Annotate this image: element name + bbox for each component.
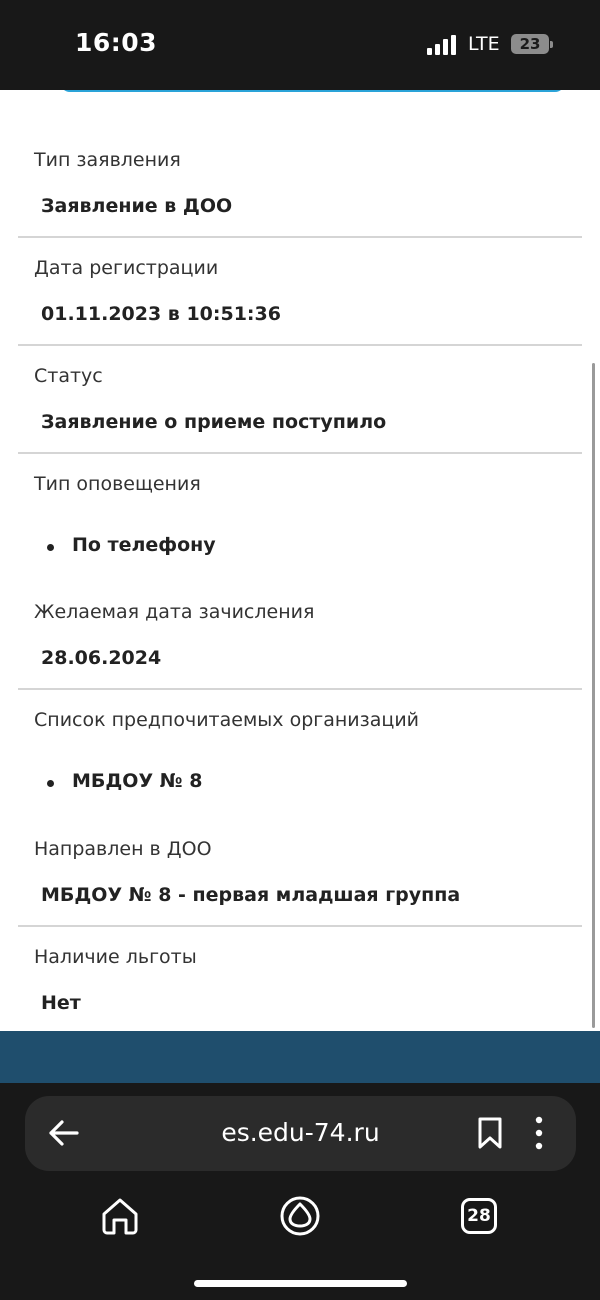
application-details: Тип заявления Заявление в ДОО Дата регис… bbox=[0, 90, 600, 1031]
home-indicator[interactable] bbox=[194, 1280, 407, 1287]
field-label: Список предпочитаемых организаций bbox=[34, 709, 420, 731]
status-bar: 16:03 LTE 23 bbox=[0, 0, 600, 90]
home-icon[interactable] bbox=[100, 1196, 140, 1240]
scrollbar[interactable] bbox=[592, 363, 595, 1028]
field-label: Направлен в ДОО bbox=[34, 838, 212, 860]
status-time: 16:03 bbox=[75, 28, 158, 57]
field-desired-enrollment-date: Желаемая дата зачисления 28.06.2024 bbox=[18, 582, 582, 690]
tabs-icon[interactable]: 28 bbox=[461, 1198, 497, 1234]
field-label: Тип заявления bbox=[34, 149, 181, 171]
battery-tip bbox=[550, 41, 553, 48]
field-benefit: Наличие льготы Нет bbox=[18, 927, 582, 1031]
field-value: Заявление в ДОО bbox=[41, 195, 233, 217]
battery-icon: 23 bbox=[511, 34, 549, 54]
field-label: Тип оповещения bbox=[34, 473, 201, 495]
bullet-icon bbox=[47, 780, 54, 787]
field-preferred-organizations: Список предпочитаемых организаций МБДОУ … bbox=[18, 690, 582, 818]
page-footer bbox=[0, 1031, 600, 1083]
field-registration-date: Дата регистрации 01.11.2023 в 10:51:36 bbox=[18, 238, 582, 346]
field-label: Наличие льготы bbox=[34, 946, 197, 968]
field-value: 28.06.2024 bbox=[41, 647, 162, 669]
network-type: LTE bbox=[468, 33, 500, 55]
field-notification-type: Тип оповещения По телефону bbox=[18, 454, 582, 582]
field-value: МБДОУ № 8 - первая младшая группа bbox=[41, 884, 461, 906]
field-value: По телефону bbox=[72, 534, 216, 556]
field-value: Нет bbox=[41, 992, 81, 1014]
assistant-icon[interactable] bbox=[279, 1195, 321, 1241]
browser-toolbar: es.edu-74.ru 28 bbox=[0, 1083, 600, 1300]
field-label: Дата регистрации bbox=[34, 257, 219, 279]
bullet-icon bbox=[47, 544, 54, 551]
more-menu-icon[interactable] bbox=[531, 1116, 547, 1154]
field-value: МБДОУ № 8 bbox=[72, 770, 203, 792]
field-value: 01.11.2023 в 10:51:36 bbox=[41, 303, 281, 325]
field-assigned-doo: Направлен в ДОО МБДОУ № 8 - первая младш… bbox=[18, 818, 582, 927]
field-status: Статус Заявление о приеме поступило bbox=[18, 346, 582, 454]
signal-icon bbox=[427, 33, 459, 55]
bookmark-icon[interactable] bbox=[477, 1116, 503, 1154]
field-label: Желаемая дата зачисления bbox=[34, 601, 315, 623]
field-application-type: Тип заявления Заявление в ДОО bbox=[18, 90, 582, 238]
field-value: Заявление о приеме поступило bbox=[41, 411, 387, 433]
field-label: Статус bbox=[34, 365, 103, 387]
address-bar[interactable]: es.edu-74.ru bbox=[25, 1096, 576, 1171]
